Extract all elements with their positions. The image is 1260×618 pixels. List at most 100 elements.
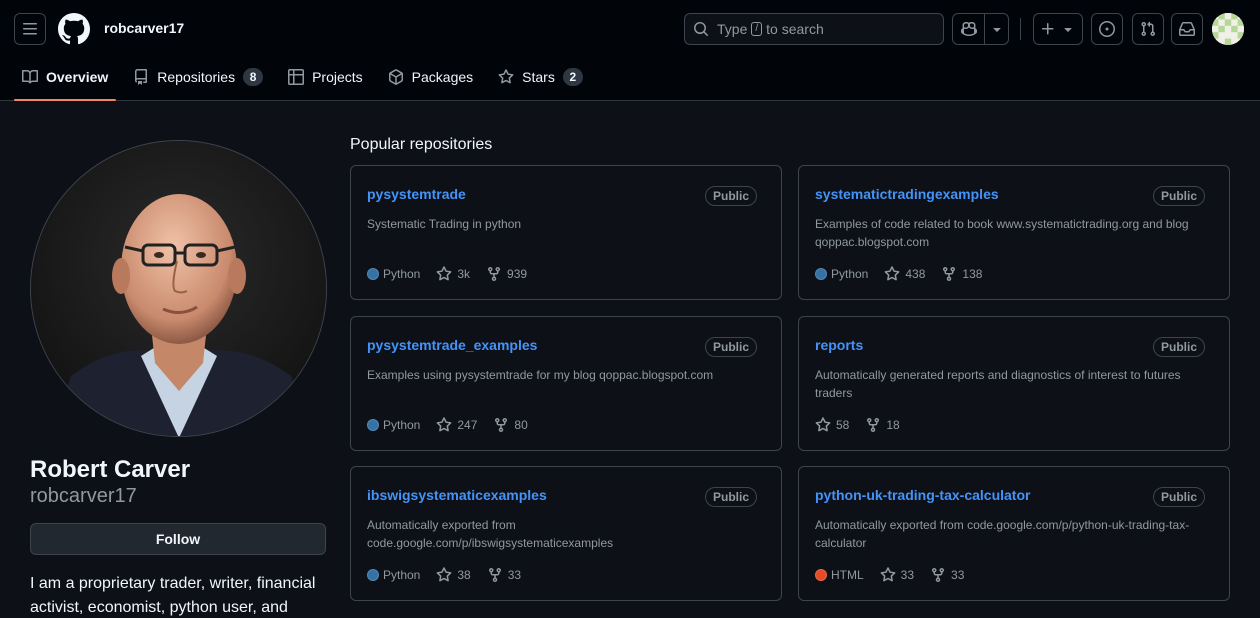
visibility-badge: Public: [704, 186, 757, 206]
search-placeholder-suffix: to search: [766, 21, 824, 37]
tab-stars[interactable]: Stars 2: [490, 57, 591, 97]
table-icon: [288, 69, 305, 85]
create-new-button[interactable]: [1033, 13, 1083, 45]
book-icon: [22, 69, 38, 84]
repo-forks[interactable]: 138: [941, 266, 982, 282]
repo-stars[interactable]: 247: [436, 417, 477, 433]
repo-forks[interactable]: 33: [487, 567, 521, 583]
repo-language: HTML: [815, 568, 864, 582]
visibility-badge: Public: [704, 337, 757, 357]
profile-tabs: Overview Repositories 8 Projects Package…: [14, 57, 600, 101]
profile-photo: [31, 141, 326, 436]
language-color-dot: [367, 268, 379, 280]
git-pull-request-icon: [1141, 21, 1156, 37]
stars-count: 58: [836, 418, 850, 432]
language-label: Python: [383, 568, 421, 582]
tab-projects[interactable]: Projects: [280, 57, 371, 97]
copilot-main[interactable]: [953, 14, 985, 44]
language-color-dot: [367, 569, 379, 581]
stars-count: 2: [562, 68, 583, 86]
repo-stars[interactable]: 58: [815, 417, 849, 433]
profile-bio: I am a proprietary trader, writer, finan…: [30, 575, 316, 616]
tab-label: Repositories: [157, 69, 236, 85]
inbox-button[interactable]: [1171, 13, 1203, 45]
repo-link[interactable]: reports: [815, 337, 863, 353]
repo-description: Automatically exported from code.google.…: [815, 518, 1190, 550]
repo-forked-icon: [867, 418, 880, 433]
tab-label: Projects: [312, 69, 363, 85]
repo-description: Examples using pysystemtrade for my blog…: [367, 368, 714, 382]
repo-forked-icon: [488, 568, 501, 583]
repo-link[interactable]: python-uk-trading-tax-calculator: [815, 487, 1030, 503]
language-label: Python: [831, 267, 869, 281]
forks-count: 33: [507, 568, 522, 582]
stars-count: 3k: [457, 267, 471, 281]
repo-link[interactable]: systematictradingexamples: [815, 186, 999, 202]
language-label: Python: [383, 418, 421, 432]
repo-forks[interactable]: 80: [493, 417, 528, 433]
hamburger-icon: [23, 23, 37, 35]
repo-forks[interactable]: 939: [486, 266, 527, 282]
repo-meta: Python 247 80: [367, 417, 544, 433]
context-username[interactable]: robcarver17: [104, 20, 184, 36]
repo-forked-icon: [488, 267, 501, 282]
repo-card: python-uk-trading-tax-calculator Public Au…: [798, 466, 1230, 601]
language-label: HTML: [831, 568, 864, 582]
language-color-dot: [815, 569, 827, 581]
repo-stars[interactable]: 3k: [436, 266, 470, 282]
copilot-icon: [960, 21, 977, 37]
repo-link[interactable]: pysystemtrade_examples: [367, 337, 537, 353]
repo-stars[interactable]: 33: [880, 567, 914, 583]
tab-repositories[interactable]: Repositories 8: [125, 57, 271, 97]
menu-button[interactable]: [14, 13, 46, 45]
visibility-badge: Public: [1152, 337, 1205, 357]
repo-stars[interactable]: 38: [436, 567, 471, 583]
repo-description: Automatically exported from code.google.…: [367, 518, 614, 550]
repo-description: Automatically generated reports and diag…: [815, 368, 1181, 400]
repo-forked-icon: [932, 568, 945, 583]
star-icon: [815, 417, 831, 432]
repo-card: pysystemtrade Public Systematic Trading in…: [350, 165, 782, 300]
repo-description: Systematic Trading in python: [367, 217, 522, 231]
repo-meta: Python 3k 939: [367, 266, 543, 282]
repo-meta: Python 38 33: [367, 567, 537, 583]
profile-fullname: Robert Carver: [30, 456, 191, 483]
language-color-dot: [367, 419, 379, 431]
repo-language: Python: [367, 418, 420, 432]
profile-avatar[interactable]: [30, 140, 327, 437]
github-logo[interactable]: [57, 13, 90, 45]
repo-description: Examples of code related to book www.sys…: [815, 217, 1189, 249]
language-color-dot: [815, 268, 827, 280]
repo-stars[interactable]: 438: [884, 266, 925, 282]
stars-count: 33: [900, 568, 915, 582]
repositories-count: 8: [243, 68, 264, 86]
star-icon: [436, 266, 452, 281]
copilot-dropdown[interactable]: [985, 14, 1008, 44]
repo-card: ibswigsystematicexamples Public Automatica…: [350, 466, 782, 601]
search-placeholder-prefix: Type: [717, 21, 748, 37]
repo-meta: Python 438 138: [815, 266, 998, 282]
stars-count: 438: [905, 267, 926, 281]
tab-overview[interactable]: Overview: [14, 57, 117, 101]
repo-icon: [135, 69, 148, 85]
repo-link[interactable]: pysystemtrade: [367, 186, 466, 202]
follow-button[interactable]: Follow: [30, 523, 326, 555]
issue-opened-icon: [1099, 21, 1115, 37]
repo-card: pysystemtrade_examples Public Examples usi…: [350, 316, 782, 451]
tab-packages[interactable]: Packages: [380, 57, 481, 97]
triangle-down-icon: [1064, 28, 1072, 32]
plus-icon: [1042, 23, 1054, 35]
user-avatar[interactable]: [1212, 13, 1244, 45]
repo-link[interactable]: ibswigsystematicexamples: [367, 487, 547, 503]
copilot-button[interactable]: [952, 13, 1009, 45]
issues-button[interactable]: [1091, 13, 1123, 45]
pull-requests-button[interactable]: [1132, 13, 1164, 45]
repo-forked-icon: [495, 418, 508, 433]
stars-count: 38: [457, 568, 471, 582]
repo-forks[interactable]: 18: [865, 417, 900, 433]
header-divider: [1020, 18, 1021, 40]
search-input[interactable]: Type / to search: [684, 13, 944, 45]
repo-forks[interactable]: 33: [930, 567, 964, 583]
forks-count: 33: [951, 568, 965, 582]
repo-card: systematictradingexamples Public Examples …: [798, 165, 1230, 300]
